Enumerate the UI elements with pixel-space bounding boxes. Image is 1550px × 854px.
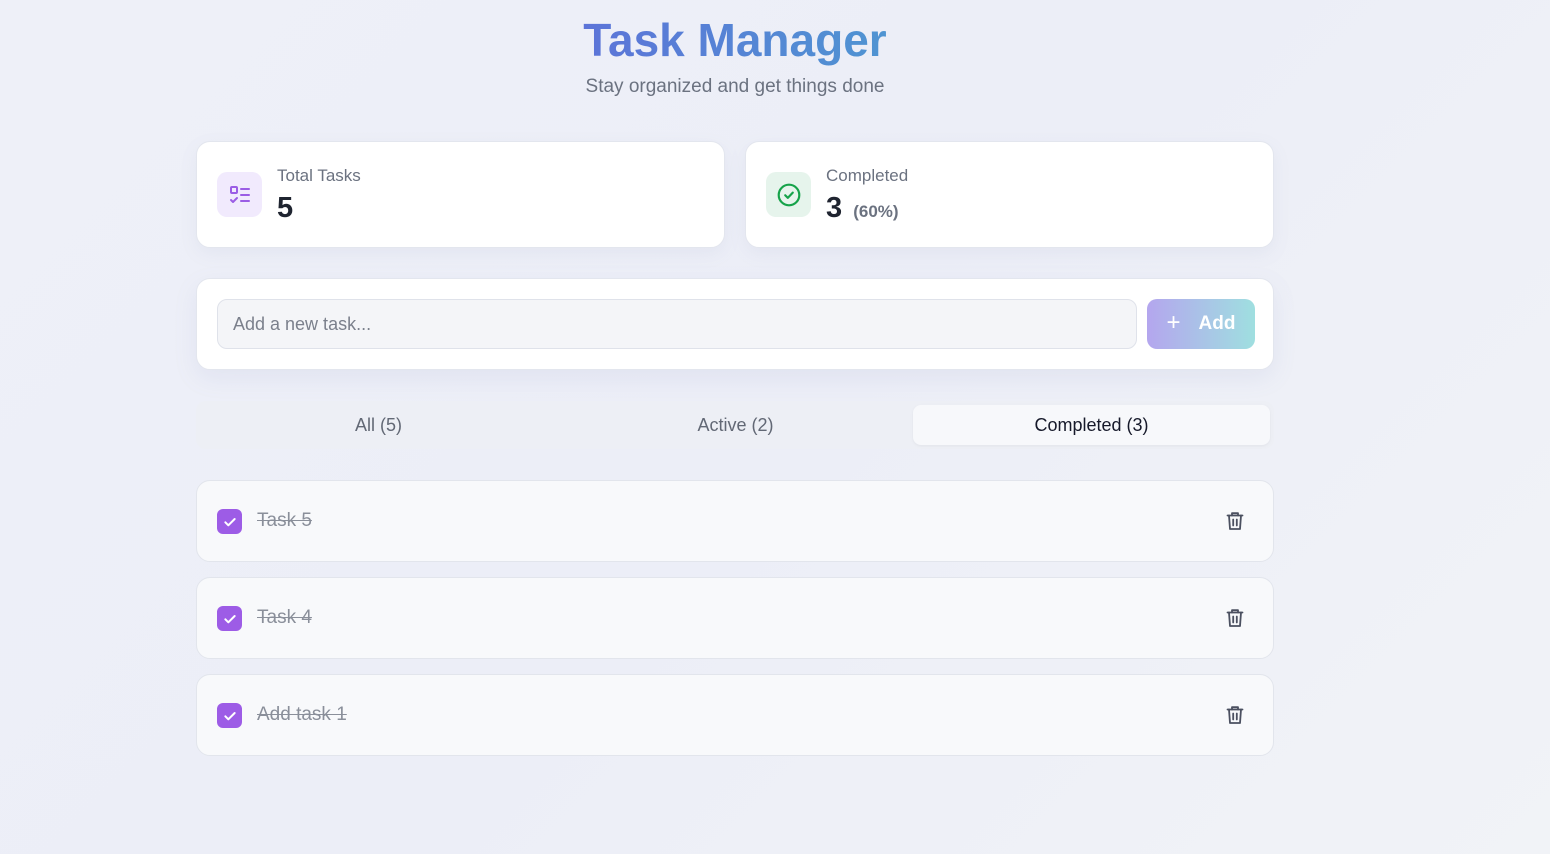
add-button-label: Add: [1198, 313, 1236, 334]
tab-all[interactable]: All (5): [200, 405, 557, 445]
completed-percent: (60%): [853, 202, 899, 221]
checkmark-icon: [223, 517, 236, 526]
tab-completed[interactable]: Completed (3): [913, 405, 1270, 445]
page-header: Task Manager Stay organized and get thin…: [196, 0, 1274, 98]
completed-tasks-count: 3: [826, 192, 843, 224]
completed-tasks-label: Completed: [826, 166, 909, 185]
task-item: Add task 1: [196, 674, 1274, 756]
list-check-icon: [217, 172, 262, 217]
completed-tasks-value: 3 (60%): [826, 192, 899, 225]
task-text: Task 5: [257, 510, 312, 531]
total-tasks-label: Total Tasks: [277, 166, 361, 185]
task-text: Add task 1: [257, 704, 347, 725]
plus-icon: +: [1166, 308, 1181, 336]
trash-icon: [1226, 609, 1244, 627]
delete-task-button[interactable]: [1225, 607, 1245, 629]
filter-tabs: All (5) Active (2) Completed (3): [196, 401, 1274, 449]
add-task-card: + Add: [196, 278, 1274, 370]
total-tasks-card: Total Tasks 5: [196, 141, 725, 248]
task-checkbox[interactable]: [217, 509, 242, 534]
stats-row: Total Tasks 5 Completed 3 (60%): [196, 141, 1274, 248]
total-tasks-value: 5: [277, 192, 293, 225]
completed-tasks-card: Completed 3 (60%): [745, 141, 1274, 248]
add-task-button[interactable]: + Add: [1147, 299, 1255, 349]
checkmark-icon: [223, 614, 236, 623]
task-item: Task 4: [196, 577, 1274, 659]
check-circle-icon: [766, 172, 811, 217]
total-tasks-count: 5: [277, 192, 294, 224]
tab-active[interactable]: Active (2): [557, 405, 914, 445]
task-checkbox[interactable]: [217, 606, 242, 631]
task-item: Task 5: [196, 480, 1274, 562]
delete-task-button[interactable]: [1225, 510, 1245, 532]
new-task-input[interactable]: [217, 299, 1137, 349]
task-checkbox[interactable]: [217, 703, 242, 728]
delete-task-button[interactable]: [1225, 704, 1245, 726]
trash-icon: [1226, 706, 1244, 724]
page-subtitle: Stay organized and get things done: [585, 76, 885, 97]
trash-icon: [1226, 512, 1244, 530]
task-text: Task 4: [257, 607, 312, 628]
app-container: Task Manager Stay organized and get thin…: [196, 0, 1274, 756]
page-title: Task Manager: [583, 14, 887, 66]
checkmark-icon: [223, 711, 236, 720]
